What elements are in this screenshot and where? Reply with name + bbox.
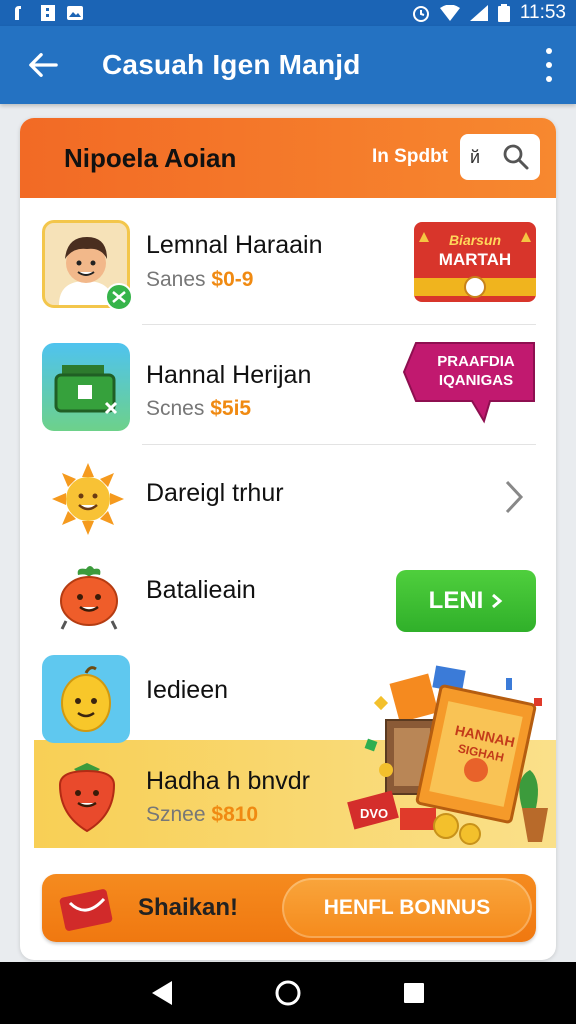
search-input[interactable] [470, 146, 494, 168]
svg-text:DVO: DVO [360, 806, 388, 821]
tomato-icon [60, 566, 118, 630]
alarm-icon [412, 6, 429, 22]
list-item[interactable]: Dareigl trhur [20, 445, 556, 549]
bonus-bar: Shaikan! HENFL BONNUS [42, 874, 536, 942]
search-icon[interactable] [502, 143, 530, 171]
more-options-icon[interactable] [544, 48, 554, 82]
envelope-icon [59, 889, 113, 931]
row-subtitle: Sznee $810 [146, 803, 259, 826]
row-price: $810 [211, 803, 259, 826]
navigation-bar [0, 962, 576, 1024]
list-item[interactable]: Batalieain LENI [20, 549, 556, 649]
sun-icon [52, 463, 124, 535]
list-item[interactable]: Hannal Herijan Scnes $5i5 PRAAFDIA IQANI… [20, 325, 556, 445]
app-title: Casuah Igen Manjd [102, 49, 361, 80]
image-notification-icon [67, 6, 83, 20]
card-header: Nipoela Aoian In Spdbt [20, 118, 556, 198]
bonus-button[interactable]: HENFL BONNUS [282, 878, 532, 938]
promo-badge[interactable]: Biarsun MARTAH [412, 220, 538, 308]
app-bar: Casuah Igen Manjd [0, 26, 576, 104]
wallet-tile [42, 343, 130, 431]
row-title: Batalieain [146, 576, 256, 604]
chevron-right-icon[interactable] [504, 479, 524, 515]
nav-home-icon[interactable] [274, 979, 302, 1007]
promo-illustration[interactable]: DVO HANNAH SIGHAH [346, 658, 556, 852]
next-button[interactable]: LENI [396, 570, 536, 632]
nav-recents-icon[interactable] [402, 981, 426, 1005]
signal-icon [469, 5, 488, 21]
row-title: Dareigl trhur [146, 479, 284, 507]
avatar [42, 220, 133, 311]
chevron-right-icon [492, 593, 503, 609]
status-bar: 11:53 [0, 0, 576, 26]
lemon-icon [61, 666, 111, 732]
row-price: $5i5 [210, 397, 252, 420]
wallet-icon [54, 365, 118, 415]
share-button[interactable]: Shaikan! [42, 874, 284, 942]
promo-tag[interactable]: PRAAFDIA IQANIGAS [402, 339, 538, 425]
battery-icon [497, 4, 510, 22]
row-subtitle: Sanes $0-9 [146, 268, 254, 291]
header-label: In Spdbt [372, 146, 448, 167]
search-box[interactable] [460, 134, 540, 180]
list-card: Nipoela Aoian In Spdbt Lemnal Haraain Sa… [20, 118, 556, 960]
row-title: Iedieen [146, 676, 229, 704]
row-title: Hadha h bnvdr [146, 767, 311, 795]
list-item[interactable]: Lemnal Haraain Sanes $0-9 Biarsun MARTAH [20, 198, 556, 324]
lemon-tile [42, 655, 130, 743]
notification-icon [15, 6, 21, 20]
back-arrow-icon[interactable] [28, 50, 58, 80]
nav-back-icon[interactable] [150, 979, 174, 1007]
row-price: $0-9 [211, 268, 254, 291]
row-title: Hannal Herijan [146, 361, 312, 389]
card-title: Nipoela Aoian [64, 142, 237, 173]
status-check-icon [105, 283, 133, 311]
status-time: 11:53 [519, 2, 566, 23]
row-subtitle: Scnes $5i5 [146, 397, 252, 420]
sim-icon [41, 5, 55, 21]
strawberry-icon [58, 763, 116, 833]
row-title: Lemnal Haraain [146, 231, 323, 259]
wifi-icon [439, 5, 460, 21]
